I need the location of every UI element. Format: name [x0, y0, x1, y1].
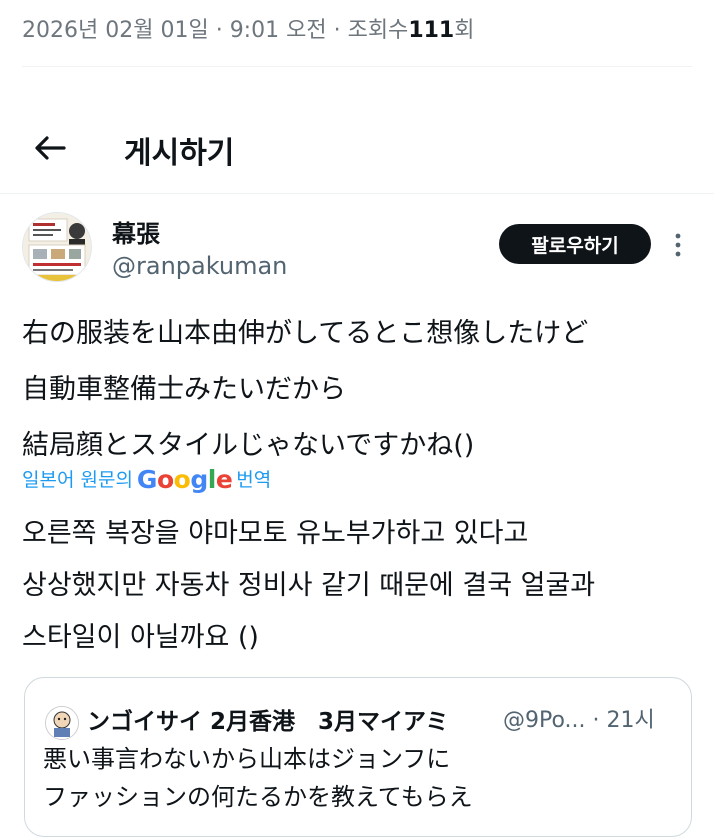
arrow-left-icon[interactable]: [30, 130, 70, 166]
translation-suffix: 번역: [236, 469, 272, 491]
translated-line: 오른쪽 복장을 야마모토 유노부가하고 있다고: [22, 518, 529, 549]
views-count: 111: [408, 18, 455, 43]
post-body: 右の服装を山本由伸がしてるとこ想像したけど 自動車整備士みたいだから 結局顔とスタイ…: [22, 306, 588, 474]
avatar[interactable]: [22, 212, 92, 282]
google-logo: Google: [136, 465, 233, 494]
translated-body: 오른쪽 복장을 야마모토 유노부가하고 있다고상상했지만 자동차 정비사 같기 …: [22, 508, 595, 664]
translated-line: 상상했지만 자동차 정비사 같기 때문에 결국 얼굴과: [22, 570, 596, 601]
follow-button[interactable]: 팔로우하기: [499, 224, 651, 264]
views-label: 조회수: [347, 18, 409, 43]
page-title: 게시하기: [124, 136, 235, 171]
separator: ·: [215, 18, 223, 43]
quote-body: 悪い事言わないから山本はジョンフに ファッションの何たるかを教えてもらえ: [43, 740, 473, 816]
separator: ·: [333, 18, 341, 43]
views-suffix: 회: [454, 18, 475, 43]
divider: [0, 193, 714, 194]
author-handle[interactable]: @ranpakuman: [112, 252, 287, 280]
post-meta-line: 2026년 02월 01일 · 9:01 오전 · 조회수111회: [22, 12, 475, 44]
post-header: 게시하기: [0, 120, 714, 176]
quote-line: ファッションの何たるかを教えてもらえ: [43, 783, 473, 811]
quote-author-name: ンゴイサイ 2月香港 3月マイアミ: [87, 709, 449, 735]
post-date: 2026년 02월 01일: [22, 18, 209, 43]
translation-prefix: 일본어 원문의: [22, 469, 133, 491]
translated-line: 스타일이 아닐까요 (): [22, 622, 259, 653]
quote-meta: @9Po... · 21시: [503, 702, 655, 734]
separator: ·: [592, 708, 600, 733]
author-name[interactable]: 幕張: [112, 214, 160, 249]
quote-avatar: [45, 706, 79, 740]
post-time: 9:01 오전: [229, 18, 327, 43]
quote-handle: @9Po...: [503, 708, 586, 733]
post-line: 右の服装を山本由伸がしてるとこ想像したけど: [22, 318, 589, 349]
divider: [22, 66, 692, 67]
translation-credit[interactable]: 일본어 원문의 Google 번역: [22, 465, 271, 494]
quote-line: 悪い事言わないから山本はジョンフに: [43, 745, 451, 773]
more-vertical-icon[interactable]: [668, 230, 688, 260]
post-line: 自動車整備士みたいだから: [22, 374, 346, 405]
quoted-post[interactable]: ンゴイサイ 2月香港 3月マイアミ @9Po... · 21시 悪い事言わないか…: [24, 677, 692, 837]
quote-time: 21시: [606, 708, 655, 733]
